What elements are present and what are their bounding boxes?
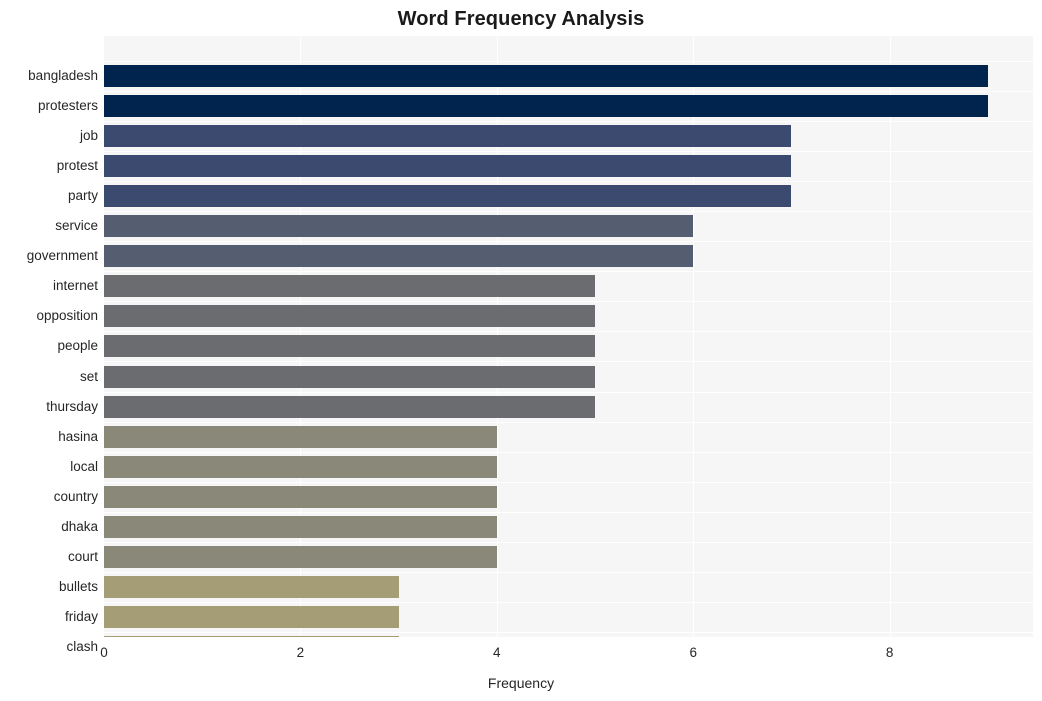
gridline-horizontal: [104, 572, 1033, 573]
y-axis-tick-label: country: [53, 488, 98, 504]
x-axis-tick-label: 2: [296, 645, 305, 660]
gridline-horizontal: [104, 482, 1033, 483]
x-axis-title: Frequency: [487, 675, 555, 691]
y-axis-tick-label: opposition: [36, 308, 98, 324]
bar: [104, 365, 595, 388]
x-axis-tick-label: 6: [689, 645, 697, 660]
bar: [104, 485, 497, 508]
y-axis-tick-label: people: [57, 338, 98, 354]
bar: [104, 335, 595, 358]
gridline-horizontal: [104, 271, 1033, 272]
plot-area: [104, 36, 1033, 637]
bar: [104, 155, 792, 178]
y-axis-tick-label: job: [79, 128, 98, 144]
bar: [104, 275, 595, 298]
gridline-horizontal: [104, 181, 1033, 182]
bar: [104, 545, 497, 568]
gridline-horizontal: [104, 361, 1033, 362]
gridline-horizontal: [104, 211, 1033, 212]
bar: [104, 455, 497, 478]
bar: [104, 515, 497, 538]
gridline-horizontal: [104, 331, 1033, 332]
bar: [104, 65, 988, 87]
bar: [104, 395, 595, 418]
y-axis-tick-label: bullets: [58, 578, 98, 594]
bar: [104, 185, 792, 208]
gridline-horizontal: [104, 422, 1033, 423]
gridline-horizontal: [104, 301, 1033, 302]
gridline-horizontal: [104, 121, 1033, 122]
gridline-vertical: [889, 36, 891, 637]
bar: [104, 125, 792, 148]
x-axis-tick-labels: 0 2 4 6 8: [0, 644, 1042, 666]
x-axis-tick-label: 4: [493, 645, 501, 660]
gridline-horizontal: [104, 452, 1033, 453]
gridline-horizontal: [104, 241, 1033, 242]
y-axis-tick-labels: bangladesh protesters job protest party servi…: [0, 36, 98, 654]
gridline-horizontal: [104, 632, 1033, 633]
gridline-horizontal: [104, 602, 1033, 603]
y-axis-tick-label: dhaka: [61, 518, 98, 534]
bar: [104, 245, 694, 268]
y-axis-tick-label: court: [67, 548, 98, 564]
chart-title: Word Frequency Analysis: [397, 8, 645, 30]
bar: [104, 635, 399, 637]
y-axis-tick-label: protest: [56, 158, 98, 174]
bar: [104, 575, 399, 598]
gridline-horizontal: [104, 512, 1033, 513]
gridline-horizontal: [104, 61, 1033, 62]
y-axis-tick-label: internet: [52, 278, 98, 294]
y-axis-tick-label: party: [67, 188, 98, 204]
gridline-horizontal: [104, 91, 1033, 92]
y-axis-tick-label: hasina: [58, 428, 98, 444]
bar: [104, 95, 988, 118]
x-axis-tick-label: 8: [885, 645, 894, 660]
gridline-horizontal: [104, 542, 1033, 543]
y-axis-tick-label: local: [70, 458, 98, 474]
y-axis-tick-label: friday: [64, 608, 98, 624]
bar: [104, 425, 497, 448]
bar: [104, 215, 694, 238]
bar: [104, 605, 399, 628]
y-axis-tick-label: government: [26, 248, 98, 264]
y-axis-tick-label: protesters: [37, 98, 98, 114]
y-axis-tick-label: thursday: [46, 398, 98, 414]
x-axis-tick-label: 0: [100, 645, 108, 660]
y-axis-tick-label: service: [55, 218, 98, 234]
y-axis-tick-label: bangladesh: [28, 68, 98, 83]
bar: [104, 305, 595, 328]
word-frequency-bar-chart: Word Frequency Analysis bangladesh protes…: [0, 0, 1042, 701]
gridline-horizontal: [104, 392, 1033, 393]
y-axis-tick-label: set: [79, 368, 98, 384]
gridline-horizontal: [104, 151, 1033, 152]
